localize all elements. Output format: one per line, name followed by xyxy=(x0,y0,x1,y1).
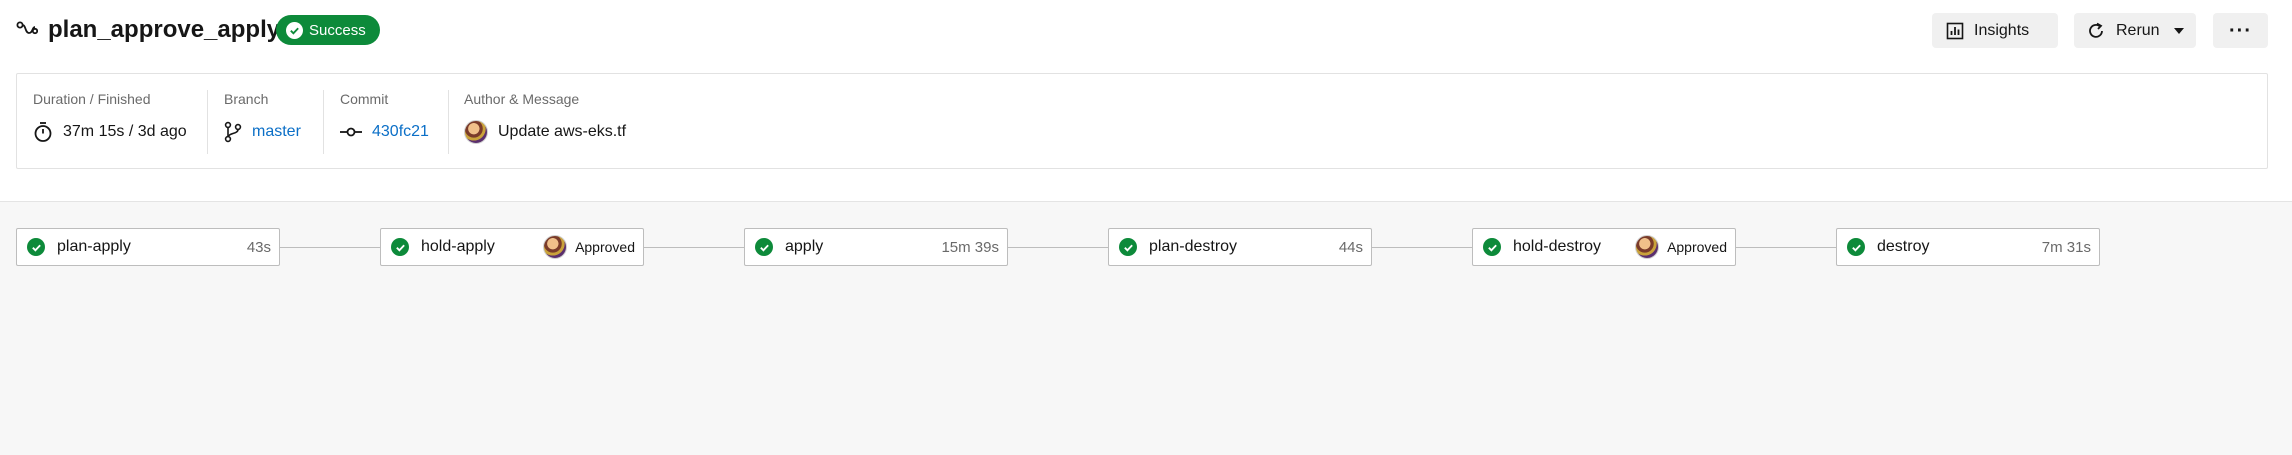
job-name: plan-apply xyxy=(57,238,131,255)
rerun-label: Rerun xyxy=(2116,21,2160,39)
workflow-icon xyxy=(16,21,38,35)
author-section: Author & Message Update aws-eks.tf xyxy=(464,90,626,154)
job-duration: 44s xyxy=(1338,238,1363,256)
job-name: apply xyxy=(785,238,824,255)
job-duration: 15m 39s xyxy=(941,238,999,256)
job-apply[interactable]: apply 15m 39s xyxy=(744,228,1008,266)
status-label: Success xyxy=(309,21,366,39)
divider xyxy=(323,90,324,154)
check-circle-icon xyxy=(1847,238,1865,256)
stopwatch-icon xyxy=(34,122,52,142)
job-destroy[interactable]: destroy 7m 31s xyxy=(1836,228,2100,266)
insights-button[interactable]: Insights xyxy=(1932,13,2058,48)
commit-icon xyxy=(340,127,362,137)
job-name: plan-destroy xyxy=(1149,238,1238,255)
commit-section: Commit 430fc21 xyxy=(340,90,429,154)
workflow-info-panel: Duration / Finished 37m 15s / 3d ago Bra… xyxy=(16,73,2268,169)
avatar[interactable] xyxy=(464,120,488,144)
branch-link[interactable]: master xyxy=(252,123,301,141)
chevron-down-icon xyxy=(2173,27,2184,34)
commit-label: Commit xyxy=(340,91,389,107)
more-options-button[interactable]: ··· xyxy=(2213,13,2268,48)
check-circle-icon xyxy=(1483,238,1501,256)
job-duration: 7m 31s xyxy=(2041,238,2091,256)
duration-section: Duration / Finished 37m 15s / 3d ago xyxy=(33,90,187,154)
job-duration: 43s xyxy=(246,238,271,256)
branch-section: Branch master xyxy=(224,90,301,154)
job-connector xyxy=(1736,247,1836,248)
status-badge: Success xyxy=(276,15,380,45)
check-circle-icon xyxy=(391,238,409,256)
insights-label: Insights xyxy=(1974,21,2030,39)
avatar xyxy=(543,235,568,259)
author-label: Author & Message xyxy=(464,91,580,107)
job-name: hold-apply xyxy=(421,238,495,255)
divider xyxy=(207,90,208,154)
branch-icon xyxy=(224,121,242,143)
branch-label: Branch xyxy=(224,91,269,107)
approval-status: Approved xyxy=(543,235,635,259)
approval-label: Approved xyxy=(1667,239,1727,255)
more-icon: ··· xyxy=(2229,19,2252,42)
refresh-icon xyxy=(2089,22,2103,38)
job-plan-destroy[interactable]: plan-destroy 44s xyxy=(1108,228,1372,266)
commit-link[interactable]: 430fc21 xyxy=(372,123,429,141)
check-circle-icon xyxy=(27,238,45,256)
job-hold-apply[interactable]: hold-apply Approved xyxy=(380,228,644,266)
workflow-header: plan_approve_apply Success Insights Reru… xyxy=(0,0,2292,62)
job-plan-apply[interactable]: plan-apply 43s xyxy=(16,228,280,266)
commit-message: Update aws-eks.tf xyxy=(498,123,627,140)
job-connector xyxy=(644,247,744,248)
divider xyxy=(448,90,449,154)
pipeline-graph: plan-apply 43s hold-apply Approved apply… xyxy=(0,201,2292,455)
check-circle-icon xyxy=(1119,238,1137,256)
rerun-button[interactable]: Rerun xyxy=(2074,13,2196,48)
job-name: destroy xyxy=(1877,238,1930,255)
avatar xyxy=(1635,235,1660,259)
check-icon xyxy=(286,21,303,39)
job-name: hold-destroy xyxy=(1513,238,1602,255)
duration-label: Duration / Finished xyxy=(33,91,151,107)
job-connector xyxy=(1008,247,1108,248)
bar-chart-icon xyxy=(1946,22,1964,39)
job-hold-destroy[interactable]: hold-destroy Approved xyxy=(1472,228,1736,266)
duration-value: 37m 15s / 3d ago xyxy=(63,123,187,140)
workflow-title: plan_approve_apply xyxy=(48,16,281,43)
job-connector xyxy=(1372,247,1472,248)
job-connector xyxy=(280,247,380,248)
approval-label: Approved xyxy=(575,239,635,255)
check-circle-icon xyxy=(755,238,773,256)
approval-status: Approved xyxy=(1635,235,1727,259)
